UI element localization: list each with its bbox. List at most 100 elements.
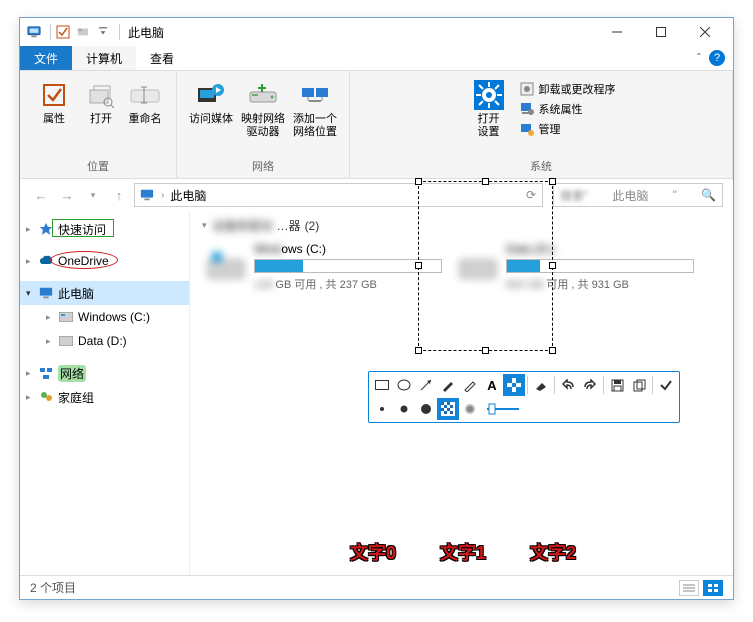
annotation-rect <box>52 219 114 237</box>
mapdrive-button[interactable]: 映射网络 驱动器 <box>237 75 289 139</box>
tool-arrow-button[interactable] <box>415 374 437 396</box>
checkbox-icon[interactable] <box>55 24 71 40</box>
tab-computer[interactable]: 计算机 <box>72 46 136 70</box>
open-button[interactable]: 打开 <box>80 75 122 126</box>
separator-icon <box>50 24 51 40</box>
uninstall-label: 卸载或更改程序 <box>539 81 616 97</box>
chevron-right-icon[interactable]: ▸ <box>46 312 58 323</box>
open-settings-button[interactable]: 打开 设置 <box>463 75 515 139</box>
drive-icon <box>202 242 250 290</box>
open-label: 打开 <box>90 113 112 126</box>
media-label: 访问媒体 <box>189 113 233 126</box>
addloc-button[interactable]: 添加一个 网络位置 <box>289 75 341 139</box>
sysprops-button[interactable]: 系统属性 <box>515 99 620 119</box>
group-system-label: 系统 <box>530 156 552 178</box>
tool-ellipse-button[interactable] <box>393 374 415 396</box>
annotation-text-0: 文字0 <box>350 539 396 565</box>
chevron-right-icon[interactable]: ▸ <box>26 368 38 379</box>
search-input[interactable]: 搜索" 此电脑 " 🔍 <box>553 183 723 207</box>
chevron-right-icon[interactable]: ▸ <box>26 224 38 235</box>
tool-mosaic-button[interactable] <box>503 374 525 396</box>
drive-stats: 可用 , 共 931 GB <box>546 279 629 291</box>
tab-view[interactable]: 查看 <box>136 46 188 70</box>
drive-icon <box>247 79 279 111</box>
undo-button[interactable] <box>557 374 579 396</box>
minimize-button[interactable] <box>595 18 639 46</box>
selection-rect[interactable] <box>418 181 553 351</box>
group-title-blur: 设备和驱动 <box>213 217 273 234</box>
folder-icon[interactable] <box>75 24 91 40</box>
tab-file[interactable]: 文件 <box>20 46 72 70</box>
group-title-suffix: …器 <box>277 217 301 234</box>
ribbon-tabs: 文件 计算机 查看 ˆ ? <box>20 46 733 71</box>
copy-button[interactable] <box>628 374 650 396</box>
settings-icon <box>473 79 505 111</box>
tree-label: Windows (C:) <box>78 310 150 324</box>
separator-icon <box>119 24 120 40</box>
qa-dropdown-icon[interactable] <box>95 24 111 40</box>
chevron-down-icon[interactable]: ▾ <box>26 288 38 299</box>
style-mosaic-button[interactable] <box>437 398 459 420</box>
size-large-button[interactable] <box>415 398 437 420</box>
tree-quick-access[interactable]: ▸ 快速访问 <box>20 217 189 241</box>
search-icon: 🔍 <box>701 188 716 202</box>
tree-homegroup[interactable]: ▸ 家庭组 <box>20 385 189 409</box>
tree-drive-c[interactable]: ▸ Windows (C:) <box>20 305 189 329</box>
rename-label: 重命名 <box>129 113 162 126</box>
forward-button[interactable]: → <box>56 184 78 206</box>
tree-network[interactable]: ▸ 网络 <box>20 361 189 385</box>
save-button[interactable] <box>606 374 628 396</box>
breadcrumb[interactable]: 此电脑 <box>170 187 206 204</box>
tree-label: 网络 <box>58 365 86 382</box>
ribbon-collapse-icon[interactable]: ˆ <box>697 51 701 65</box>
properties-button[interactable]: 属性 <box>28 75 80 126</box>
back-button[interactable]: ← <box>30 184 52 206</box>
slider-button[interactable] <box>481 398 525 420</box>
drive-icon <box>58 333 74 349</box>
view-tiles-button[interactable] <box>703 580 723 596</box>
recent-button[interactable]: ▾ <box>82 184 104 206</box>
tool-eraser-button[interactable] <box>530 374 552 396</box>
tool-highlighter-button[interactable] <box>459 374 481 396</box>
group-location-label: 位置 <box>87 156 109 178</box>
close-button[interactable] <box>683 18 727 46</box>
tree-this-pc[interactable]: ▾ 此电脑 <box>20 281 189 305</box>
group-count: (2) <box>305 219 320 233</box>
tool-pen-button[interactable] <box>437 374 459 396</box>
uninstall-icon <box>519 81 535 97</box>
chevron-right-icon[interactable]: ▸ <box>26 256 38 267</box>
drive-icon <box>58 309 74 325</box>
drive-stats: GB 可用 , 共 237 GB <box>275 279 376 291</box>
manage-button[interactable]: 管理 <box>515 119 620 139</box>
tree-label: Data (D:) <box>78 334 127 348</box>
style-blur-button[interactable] <box>459 398 481 420</box>
maximize-button[interactable] <box>639 18 683 46</box>
properties-icon <box>38 79 70 111</box>
drive-c[interactable]: Windows (C:) 128 GB 可用 , 共 237 GB <box>202 242 442 292</box>
navbar: ← → ▾ ↑ › 此电脑 ⟳ 搜索" 此电脑 " 🔍 <box>20 179 733 211</box>
mapdrive-label: 映射网络 驱动器 <box>241 113 285 139</box>
tree-drive-d[interactable]: ▸ Data (D:) <box>20 329 189 353</box>
chevron-right-icon[interactable]: ▸ <box>46 336 58 347</box>
media-button[interactable]: 访问媒体 <box>185 75 237 126</box>
tool-text-button[interactable]: A <box>481 374 503 396</box>
confirm-button[interactable] <box>655 374 677 396</box>
tree-label: 家庭组 <box>58 389 94 406</box>
ribbon-body: 属性 打开 重命名 位置 访问媒体 <box>20 71 733 179</box>
homegroup-icon <box>38 389 54 405</box>
tool-rect-button[interactable] <box>371 374 393 396</box>
up-button[interactable]: ↑ <box>108 184 130 206</box>
chevron-right-icon[interactable]: ▸ <box>26 392 38 403</box>
sysprops-icon <box>519 101 535 117</box>
status-item-count: 2 个项目 <box>30 579 76 596</box>
rename-button[interactable]: 重命名 <box>122 75 168 126</box>
help-icon[interactable]: ? <box>709 50 725 66</box>
redo-button[interactable] <box>579 374 601 396</box>
tree-onedrive[interactable]: ▸ OneDrive <box>20 249 189 273</box>
titlebar: 此电脑 <box>20 18 733 46</box>
view-details-button[interactable] <box>679 580 699 596</box>
chevron-down-icon: ▾ <box>202 220 207 231</box>
size-medium-button[interactable] <box>393 398 415 420</box>
size-small-button[interactable] <box>371 398 393 420</box>
uninstall-button[interactable]: 卸载或更改程序 <box>515 79 620 99</box>
